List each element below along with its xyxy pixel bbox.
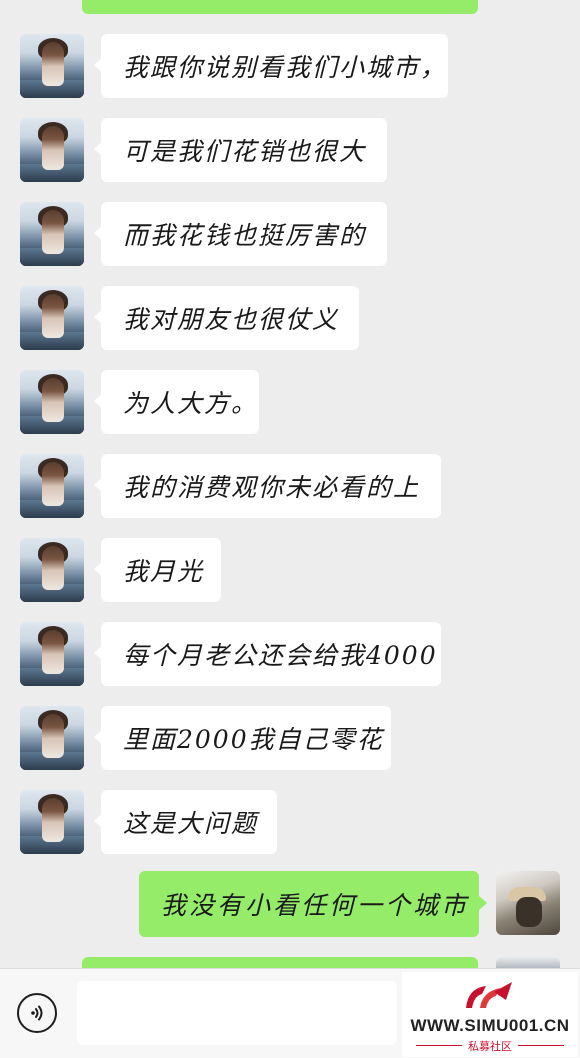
outgoing-message-bubble[interactable]: 我没有小看任何一个城市 [139, 871, 487, 937]
contact-avatar[interactable] [20, 286, 84, 350]
watermark-subtitle: 私募社区 [468, 1040, 512, 1053]
incoming-message-text: 为人大方。 [123, 389, 259, 418]
contact-avatar[interactable] [20, 34, 84, 98]
incoming-message-text: 每个月老公还会给我4000 [123, 641, 438, 670]
incoming-message-bubble[interactable]: 我对朋友也很仗义 [94, 286, 359, 350]
message-input[interactable] [77, 981, 397, 1045]
contact-avatar[interactable] [20, 370, 84, 434]
incoming-message-bubble[interactable]: 我月光 [94, 538, 221, 602]
site-watermark: WWW.SIMU001.CN 私募社区 [402, 972, 578, 1057]
incoming-message-bubble[interactable]: 每个月老公还会给我4000 [94, 622, 441, 686]
incoming-message-row: 我月光 [0, 538, 580, 604]
incoming-message-row: 里面2000我自己零花 [0, 706, 580, 772]
contact-avatar[interactable] [20, 118, 84, 182]
incoming-message-bubble[interactable]: 我的消费观你未必看的上 [94, 454, 441, 518]
incoming-message-bubble[interactable]: 为人大方。 [94, 370, 259, 434]
voice-wave-icon[interactable] [17, 993, 57, 1033]
incoming-message-row: 这是大问题 [0, 790, 580, 856]
incoming-message-bubble[interactable]: 我跟你说别看我们小城市， [94, 34, 448, 98]
incoming-message-text: 这是大问题 [123, 809, 259, 838]
incoming-message-bubble[interactable]: 而我花钱也挺厉害的 [94, 202, 387, 266]
incoming-message-row: 为人大方。 [0, 370, 580, 436]
incoming-message-row: 我跟你说别看我们小城市， [0, 34, 580, 100]
incoming-message-text: 我跟你说别看我们小城市， [123, 53, 448, 82]
incoming-message-text: 而我花钱也挺厉害的 [123, 221, 367, 250]
incoming-message-bubble[interactable]: 里面2000我自己零花 [94, 706, 391, 770]
incoming-message-bubble[interactable]: 可是我们花销也很大 [94, 118, 387, 182]
contact-avatar[interactable] [20, 202, 84, 266]
incoming-message-text: 我月光 [123, 557, 205, 586]
incoming-message-text: 我的消费观你未必看的上 [123, 473, 421, 502]
incoming-message-row: 而我花钱也挺厉害的 [0, 202, 580, 268]
previous-outgoing-bubble-edge [82, 0, 478, 14]
my-avatar[interactable] [496, 871, 560, 935]
incoming-message-text: 我对朋友也很仗义 [123, 305, 340, 334]
incoming-message-row: 每个月老公还会给我4000 [0, 622, 580, 688]
contact-avatar[interactable] [20, 538, 84, 602]
contact-avatar[interactable] [20, 706, 84, 770]
incoming-message-text: 里面2000我自己零花 [123, 725, 384, 754]
contact-avatar[interactable] [20, 454, 84, 518]
outgoing-message-text: 我没有小看任何一个城市 [161, 891, 470, 920]
incoming-message-row: 可是我们花销也很大 [0, 118, 580, 184]
simu-logo-icon [466, 982, 512, 1008]
contact-avatar[interactable] [20, 790, 84, 854]
watermark-site-text: WWW.SIMU001.CN [410, 1016, 570, 1035]
incoming-message-text: 可是我们花销也很大 [123, 137, 367, 166]
incoming-message-bubble[interactable]: 这是大问题 [94, 790, 277, 854]
incoming-message-row: 我对朋友也很仗义 [0, 286, 580, 352]
contact-avatar[interactable] [20, 622, 84, 686]
incoming-message-row: 我的消费观你未必看的上 [0, 454, 580, 520]
